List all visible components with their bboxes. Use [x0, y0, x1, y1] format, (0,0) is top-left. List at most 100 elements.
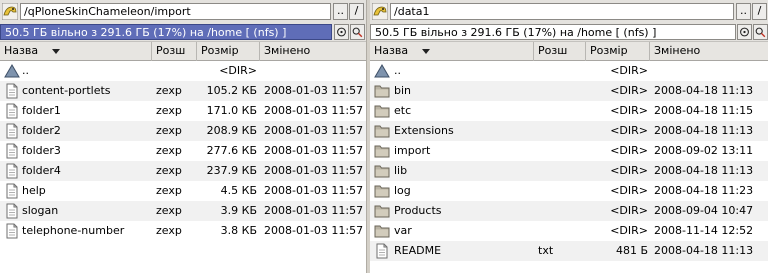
parent-dir-icon [4, 63, 20, 79]
file-row[interactable]: folder2 zexp 208.9 КБ 2008-01-03 11:57 [0, 121, 366, 141]
file-name: var [394, 224, 412, 237]
left-col-modified[interactable]: Змінено [260, 42, 366, 61]
parent-dir-icon [374, 63, 390, 79]
file-name: etc [394, 104, 412, 117]
file-date: 2008-04-18 11:23 [654, 184, 754, 197]
file-ext: zexp [156, 124, 182, 137]
file-size: 3.9 КБ [220, 204, 257, 217]
file-date: 2008-04-18 11:13 [654, 124, 754, 137]
file-size: <DIR> [610, 184, 648, 197]
folder-icon [374, 103, 390, 119]
right-drive-icon[interactable] [737, 24, 752, 40]
file-date: 2008-01-03 11:57 [264, 84, 364, 97]
file-row[interactable]: content-portlets zexp 105.2 КБ 2008-01-03 1… [0, 81, 366, 101]
file-date: 2008-04-18 11:15 [654, 104, 754, 117]
file-row[interactable]: Products <DIR> 2008-09-04 10:47 [370, 201, 768, 221]
file-size: <DIR> [610, 164, 648, 177]
file-icon [4, 103, 20, 119]
file-row[interactable]: folder3 zexp 277.6 КБ 2008-01-03 11:57 [0, 141, 366, 161]
left-search-icon[interactable] [350, 24, 365, 40]
file-icon [4, 163, 20, 179]
file-name: Extensions [394, 124, 454, 137]
file-icon [4, 123, 20, 139]
file-size: <DIR> [610, 104, 648, 117]
file-row[interactable]: help zexp 4.5 КБ 2008-01-03 11:57 [0, 181, 366, 201]
file-row[interactable]: .. <DIR> [370, 61, 768, 81]
file-row[interactable]: etc <DIR> 2008-04-18 11:15 [370, 101, 768, 121]
right-col-name[interactable]: Назва [370, 42, 534, 61]
right-search-icon[interactable] [753, 24, 768, 40]
file-ext: zexp [156, 84, 182, 97]
file-date: 2008-01-03 11:57 [264, 224, 364, 237]
left-column-header: Назва Розш Розмір Змінено [0, 41, 366, 61]
file-name: slogan [22, 204, 59, 217]
file-size: <DIR> [610, 84, 648, 97]
file-name: README [394, 244, 442, 257]
right-path-field[interactable]: /data1 [390, 3, 734, 20]
left-col-ext[interactable]: Розш [152, 42, 197, 61]
sort-down-icon [52, 49, 60, 54]
left-drive-icon[interactable] [334, 24, 349, 40]
file-row[interactable]: folder1 zexp 171.0 КБ 2008-01-03 11:57 [0, 101, 366, 121]
file-size: 208.9 КБ [206, 124, 257, 137]
file-name: lib [394, 164, 408, 177]
file-ext: zexp [156, 164, 182, 177]
right-up-button[interactable]: .. [736, 3, 751, 20]
right-status-bar: 50.5 ГБ вільно з 291.6 ГБ (17%) на /home… [370, 23, 768, 41]
file-name: telephone-number [22, 224, 125, 237]
file-ext: zexp [156, 184, 182, 197]
left-status-bar: 50.5 ГБ вільно з 291.6 ГБ (17%) на /home… [0, 23, 366, 41]
right-col-ext[interactable]: Розш [534, 42, 586, 61]
file-row[interactable]: folder4 zexp 237.9 КБ 2008-01-03 11:57 [0, 161, 366, 181]
file-size: <DIR> [610, 144, 648, 157]
left-path-bar: /qPloneSkinChameleon/import .. / [0, 0, 366, 23]
file-name: folder4 [22, 164, 61, 177]
file-name: .. [22, 64, 29, 77]
file-name: log [394, 184, 411, 197]
file-icon [4, 143, 20, 159]
folder-icon [374, 123, 390, 139]
file-date: 2008-01-03 11:57 [264, 124, 364, 137]
file-size: <DIR> [610, 204, 648, 217]
file-row[interactable]: import <DIR> 2008-09-02 13:11 [370, 141, 768, 161]
app-chameleon-icon[interactable] [372, 3, 388, 20]
file-row[interactable]: slogan zexp 3.9 КБ 2008-01-03 11:57 [0, 201, 366, 221]
file-icon [374, 243, 390, 259]
file-size: 105.2 КБ [206, 84, 257, 97]
left-panel: /qPloneSkinChameleon/import .. / 50.5 ГБ… [0, 0, 366, 273]
right-col-name-label: Назва [374, 44, 409, 57]
sort-down-icon [422, 49, 430, 54]
file-ext: zexp [156, 104, 182, 117]
left-up-button[interactable]: .. [333, 3, 348, 20]
file-size: <DIR> [610, 124, 648, 137]
file-name: help [22, 184, 46, 197]
file-ext: zexp [156, 144, 182, 157]
file-row[interactable]: .. <DIR> [0, 61, 366, 81]
file-row[interactable]: log <DIR> 2008-04-18 11:23 [370, 181, 768, 201]
file-size: 237.9 КБ [206, 164, 257, 177]
left-root-button[interactable]: / [349, 3, 364, 20]
file-row[interactable]: var <DIR> 2008-11-14 12:52 [370, 221, 768, 241]
left-col-name[interactable]: Назва [0, 42, 152, 61]
file-row[interactable]: Extensions <DIR> 2008-04-18 11:13 [370, 121, 768, 141]
file-icon [4, 203, 20, 219]
left-file-list: .. <DIR> content-portlets zexp 105.2 КБ 2008-… [0, 61, 366, 273]
file-row[interactable]: bin <DIR> 2008-04-18 11:13 [370, 81, 768, 101]
file-row[interactable]: lib <DIR> 2008-04-18 11:13 [370, 161, 768, 181]
app-chameleon-icon[interactable] [2, 3, 18, 20]
right-root-button[interactable]: / [752, 3, 767, 20]
file-size: <DIR> [610, 64, 648, 77]
file-name: Products [394, 204, 442, 217]
right-col-modified[interactable]: Змінено [650, 42, 768, 61]
file-date: 2008-01-03 11:57 [264, 184, 364, 197]
right-col-size[interactable]: Розмір [586, 42, 650, 61]
folder-icon [374, 163, 390, 179]
file-date: 2008-01-03 11:57 [264, 144, 364, 157]
file-row[interactable]: telephone-number zexp 3.8 КБ 2008-01-03 11:… [0, 221, 366, 241]
left-path-field[interactable]: /qPloneSkinChameleon/import [20, 3, 331, 20]
left-col-size[interactable]: Розмір [197, 42, 260, 61]
file-row[interactable]: README txt 481 Б 2008-04-18 11:13 [370, 241, 768, 261]
file-size: 277.6 КБ [206, 144, 257, 157]
file-name: content-portlets [22, 84, 111, 97]
file-date: 2008-01-03 11:57 [264, 164, 364, 177]
